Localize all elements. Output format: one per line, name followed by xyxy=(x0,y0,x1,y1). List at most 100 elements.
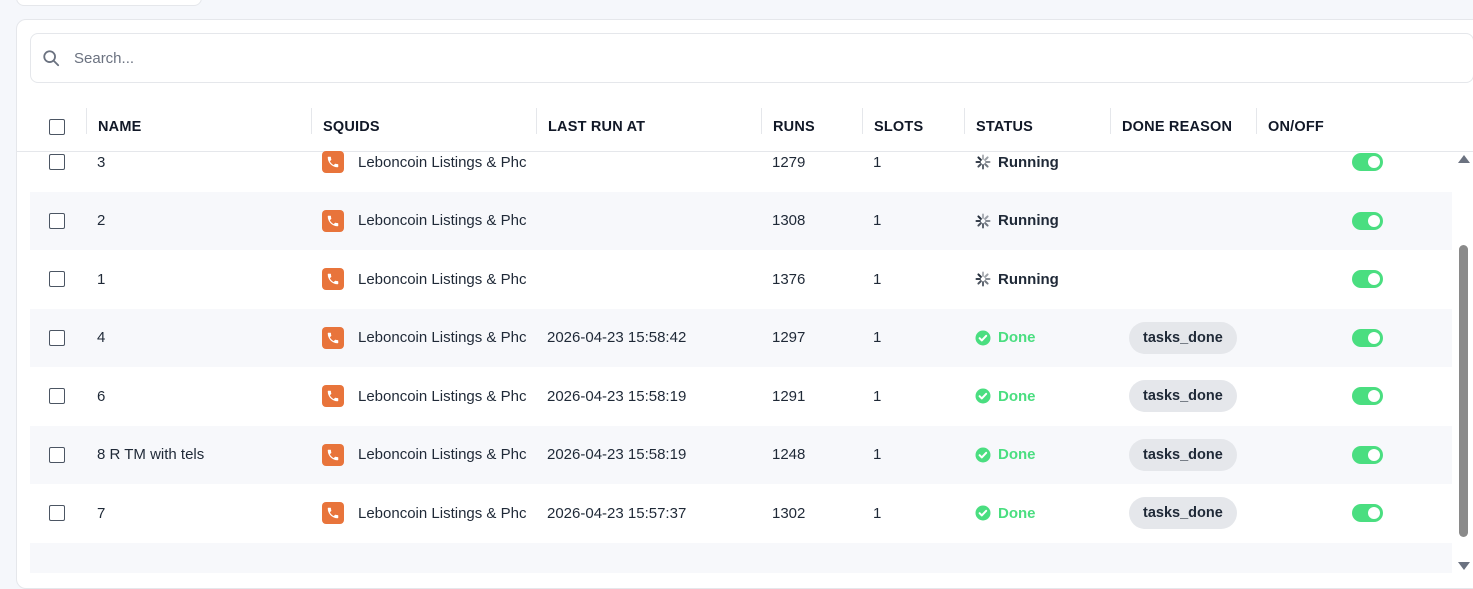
squid-cell[interactable]: Leboncoin Listings & Phc xyxy=(322,192,536,251)
toggle-cell xyxy=(1352,192,1383,251)
phone-icon xyxy=(322,268,344,291)
status-indicator: Running xyxy=(975,212,1059,229)
check-circle-icon xyxy=(975,505,991,521)
column-divider xyxy=(1110,108,1111,134)
last-run-at: 2026-04-23 15:58:19 xyxy=(547,387,687,405)
on-off-toggle[interactable] xyxy=(1352,211,1383,230)
row-checkbox[interactable] xyxy=(49,329,65,346)
squid-name: Leboncoin Listings & Phc xyxy=(358,446,527,464)
squid-cell[interactable]: Leboncoin Listings & Phc xyxy=(322,309,536,368)
task-name: 3 xyxy=(97,153,106,171)
status-label: Done xyxy=(998,446,1036,464)
vertical-scrollbar[interactable] xyxy=(1456,151,1473,573)
status-indicator: Done xyxy=(975,446,1036,463)
row-checkbox[interactable] xyxy=(49,446,65,463)
squid-cell[interactable]: Leboncoin Listings & Phc xyxy=(322,133,536,192)
done-reason-badge: tasks_done xyxy=(1129,497,1237,530)
table-row[interactable]: 8 R TM with tels Leboncoin Listings & Ph… xyxy=(30,425,1452,485)
table-row[interactable]: 7 Leboncoin Listings & Phc 2026-04-23 15… xyxy=(30,484,1452,543)
phone-icon xyxy=(322,209,344,232)
squid-cell[interactable]: Leboncoin Listings & Phc xyxy=(322,426,536,485)
status-label: Running xyxy=(998,270,1059,288)
table-row[interactable]: 1 Leboncoin Listings & Phc 1376 1 Runnin… xyxy=(30,250,1452,309)
toggle-cell xyxy=(1352,426,1383,485)
toggle-cell xyxy=(1352,250,1383,309)
squid-name: Leboncoin Listings & Phc xyxy=(358,329,527,347)
done-reason-cell: tasks_done xyxy=(1129,367,1237,426)
done-reason-badge: tasks_done xyxy=(1129,380,1237,413)
squid-name: Leboncoin Listings & Phc xyxy=(358,270,527,288)
on-off-toggle[interactable] xyxy=(1352,387,1383,406)
on-off-toggle[interactable] xyxy=(1352,153,1383,172)
row-checkbox[interactable] xyxy=(49,212,65,229)
row-checkbox[interactable] xyxy=(49,505,65,522)
row-select-cell xyxy=(49,426,65,485)
done-reason-cell: tasks_done xyxy=(1129,309,1237,368)
on-off-toggle[interactable] xyxy=(1352,445,1383,464)
spinner-icon xyxy=(975,213,991,229)
check-circle-icon xyxy=(975,447,991,463)
row-select-cell xyxy=(49,484,65,543)
search-bar[interactable] xyxy=(30,33,1473,83)
status-indicator: Done xyxy=(975,505,1036,522)
status-cell: Done xyxy=(975,484,1036,543)
status-icon xyxy=(975,271,991,287)
scroll-up-arrow-icon[interactable] xyxy=(1458,155,1470,163)
status-label: Done xyxy=(998,387,1036,405)
status-cell: Running xyxy=(975,250,1059,309)
slots-count: 1 xyxy=(873,270,882,288)
on-off-toggle[interactable] xyxy=(1352,270,1383,289)
phone-icon xyxy=(322,385,344,408)
phone-icon xyxy=(322,151,344,174)
row-checkbox[interactable] xyxy=(49,388,65,405)
column-divider xyxy=(862,108,863,134)
table-row-partial xyxy=(30,542,1452,573)
runs-count: 1308 xyxy=(772,212,806,230)
table-row[interactable]: 6 Leboncoin Listings & Phc 2026-04-23 15… xyxy=(30,367,1452,426)
table-row[interactable]: 3 Leboncoin Listings & Phc 1279 1 Runnin… xyxy=(30,133,1452,192)
spinner-icon xyxy=(975,154,991,170)
column-divider xyxy=(536,108,537,134)
on-off-toggle[interactable] xyxy=(1352,504,1383,523)
squid-cell[interactable]: Leboncoin Listings & Phc xyxy=(322,484,536,543)
column-divider xyxy=(761,108,762,134)
column-divider xyxy=(311,108,312,134)
column-divider xyxy=(86,108,87,134)
last-run-at: 2026-04-23 15:57:37 xyxy=(547,504,687,522)
task-name: 8 R TM with tels xyxy=(97,446,205,464)
row-select-cell xyxy=(49,309,65,368)
slots-count: 1 xyxy=(873,329,882,347)
top-tab-stub xyxy=(16,0,202,6)
scroll-thumb[interactable] xyxy=(1459,245,1468,537)
squid-cell[interactable]: Leboncoin Listings & Phc xyxy=(322,250,536,309)
slots-count: 1 xyxy=(873,446,882,464)
task-name: 2 xyxy=(97,212,106,230)
row-checkbox[interactable] xyxy=(49,271,65,288)
table-row[interactable]: 2 Leboncoin Listings & Phc 1308 1 Runnin… xyxy=(30,191,1452,251)
status-cell: Running xyxy=(975,192,1059,251)
search-icon xyxy=(43,50,60,67)
slots-count: 1 xyxy=(873,212,882,230)
row-select-cell xyxy=(49,250,65,309)
search-input[interactable] xyxy=(74,49,1454,67)
last-run-at: 2026-04-23 15:58:42 xyxy=(547,329,687,347)
done-reason-cell: tasks_done xyxy=(1129,484,1237,543)
status-cell: Running xyxy=(975,133,1059,192)
on-off-toggle[interactable] xyxy=(1352,328,1383,347)
spinner-icon xyxy=(975,271,991,287)
row-checkbox[interactable] xyxy=(49,154,65,171)
scroll-down-arrow-icon[interactable] xyxy=(1458,562,1470,570)
check-circle-icon xyxy=(975,388,991,404)
status-indicator: Done xyxy=(975,388,1036,405)
table-row[interactable]: 4 Leboncoin Listings & Phc 2026-04-23 15… xyxy=(30,308,1452,368)
squid-cell[interactable]: Leboncoin Listings & Phc xyxy=(322,367,536,426)
done-reason-cell: tasks_done xyxy=(1129,426,1237,485)
status-icon xyxy=(975,154,991,170)
slots-count: 1 xyxy=(873,504,882,522)
squid-name: Leboncoin Listings & Phc xyxy=(358,212,527,230)
status-indicator: Running xyxy=(975,271,1059,288)
status-label: Running xyxy=(998,153,1059,171)
task-name: 6 xyxy=(97,387,106,405)
squid-name: Leboncoin Listings & Phc xyxy=(358,387,527,405)
status-label: Done xyxy=(998,504,1036,522)
